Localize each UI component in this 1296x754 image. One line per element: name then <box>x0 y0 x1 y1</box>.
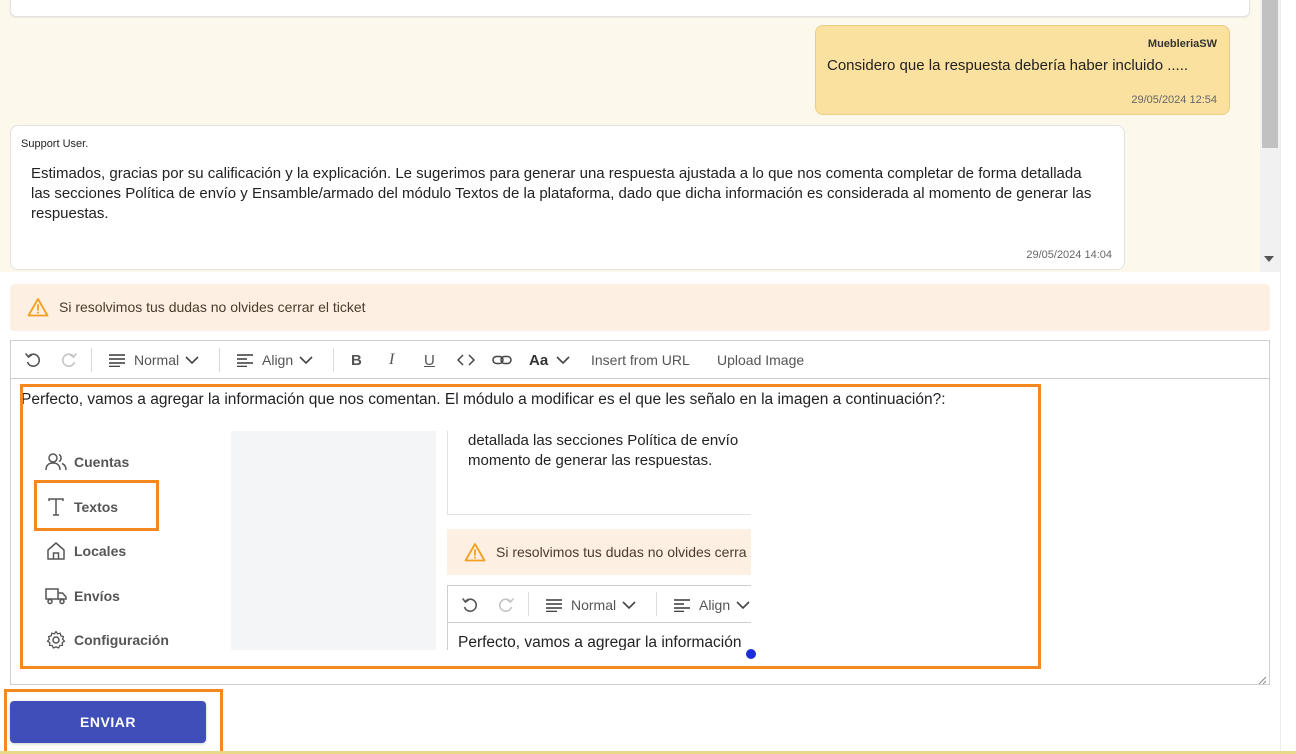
chevron-down-icon <box>185 355 199 365</box>
scroll-down-arrow-icon[interactable] <box>1264 256 1274 262</box>
message-text: Estimados, gracias por su calificación y… <box>31 165 1092 222</box>
close-ticket-alert: Si resolvimos tus dudas no olvides cerra… <box>10 284 1270 331</box>
code-icon <box>457 354 475 366</box>
undo-button[interactable] <box>24 341 42 379</box>
page-scrollbar-track <box>1280 0 1296 754</box>
code-button[interactable] <box>457 341 475 379</box>
chevron-down-icon <box>556 355 570 365</box>
support-message-bubble: Support User. Estimados, gracias por su … <box>10 125 1125 270</box>
italic-button[interactable]: I <box>389 341 394 379</box>
toolbar-divider <box>333 348 334 372</box>
scrollbar-thumb[interactable] <box>1262 0 1278 148</box>
redo-icon <box>60 351 78 369</box>
link-icon <box>492 354 512 366</box>
insert-from-url-button[interactable]: Insert from URL <box>591 341 690 379</box>
align-left-icon <box>236 353 254 367</box>
undo-icon <box>24 351 42 369</box>
alert-text: Si resolvimos tus dudas no olvides cerra… <box>59 299 366 315</box>
toolbar-divider <box>91 348 92 372</box>
redo-button[interactable] <box>60 341 78 379</box>
send-button[interactable]: ENVIAR <box>10 701 206 743</box>
underline-icon: U <box>424 351 435 369</box>
font-size-dropdown[interactable]: Aa <box>529 341 570 379</box>
highlight-box-textos <box>34 480 159 531</box>
font-size-label: Aa <box>529 351 549 369</box>
message-timestamp: 29/05/2024 14:04 <box>1026 249 1112 261</box>
paragraph-style-dropdown[interactable]: Normal <box>108 341 199 379</box>
paragraph-lines-icon <box>108 353 126 367</box>
align-dropdown[interactable]: Align <box>236 341 313 379</box>
user-message-bubble: MuebleriaSW Considero que la respuesta d… <box>815 25 1230 115</box>
message-text: Considero que la respuesta debería haber… <box>827 57 1189 74</box>
cursor-dot <box>746 649 756 659</box>
link-button[interactable] <box>492 341 512 379</box>
message-author: MuebleriaSW <box>1147 38 1217 50</box>
paragraph-style-label: Normal <box>134 352 180 368</box>
message-timestamp: 29/05/2024 12:54 <box>1131 94 1217 106</box>
toolbar-divider <box>219 348 220 372</box>
chevron-down-icon <box>299 355 313 365</box>
editor-toolbar: Normal Align B I U Aa Insert from URL Up… <box>11 341 1269 379</box>
underline-button[interactable]: U <box>424 341 435 379</box>
chat-scrollbar[interactable] <box>1260 0 1280 272</box>
align-label: Align <box>262 352 294 368</box>
upload-image-button[interactable]: Upload Image <box>717 341 804 379</box>
bold-icon: B <box>351 351 362 369</box>
highlight-box-editor-content <box>20 384 1041 669</box>
warning-icon <box>27 297 49 322</box>
bold-button[interactable]: B <box>351 341 362 379</box>
resize-handle-icon[interactable] <box>1257 672 1267 685</box>
italic-icon: I <box>389 351 395 368</box>
chat-history: MuebleriaSW Considero que la respuesta d… <box>0 0 1260 272</box>
message-author: Support User. <box>21 138 89 150</box>
previous-message-card <box>10 0 1250 17</box>
